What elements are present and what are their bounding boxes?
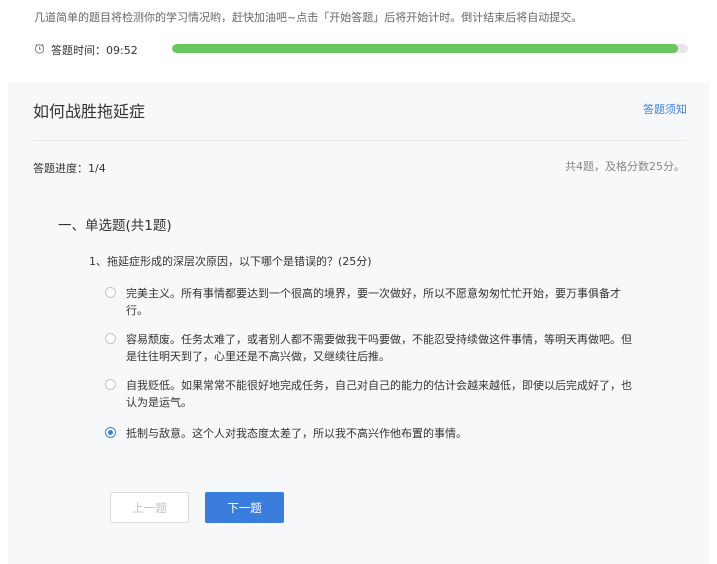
time-progress-fill (172, 44, 678, 53)
option-a[interactable]: 完美主义。所有事情都要达到一个很高的境界，要一次做好，所以不愿意匆匆忙忙开始，要… (105, 285, 645, 319)
option-b[interactable]: 容易颓废。任务太难了，或者别人都不需要做我干吗要做，不能忍受持续做这件事情，等明… (105, 331, 645, 365)
radio-button-selected[interactable] (105, 427, 116, 438)
radio-dot (108, 430, 113, 435)
prev-question-button[interactable]: 上一题 (110, 492, 189, 523)
section-title: 一、单选题(共1题) (58, 218, 172, 234)
time-progress-bar (172, 44, 688, 53)
next-question-button[interactable]: 下一题 (205, 492, 284, 523)
quiz-progress-text: 答题进度：1/4 (33, 162, 106, 175)
radio-button[interactable] (105, 379, 116, 390)
intro-text: 几道简单的题目将检测你的学习情况哟，赶快加油吧~点击「开始答题」后将开始计时。倒… (34, 11, 583, 24)
timer-row: 答题时间：09:52 (34, 42, 694, 58)
option-text: 自我贬低。如果常常不能很好地完成任务，自己对自己的能力的估计会越来越低，即使以后… (126, 379, 632, 409)
quiz-title: 如何战胜拖延症 (33, 102, 146, 121)
question-text: 1、拖延症形成的深层次原因，以下哪个是错误的？(25分) (89, 255, 372, 268)
clock-icon (34, 43, 45, 54)
option-text: 完美主义。所有事情都要达到一个很高的境界，要一次做好，所以不愿意匆匆忙忙开始，要… (126, 287, 621, 317)
divider (33, 140, 686, 141)
option-text: 容易颓废。任务太难了，或者别人都不需要做我干吗要做，不能忍受持续做这件事情，等明… (126, 333, 632, 363)
radio-button[interactable] (105, 333, 116, 344)
quiz-summary: 共4题，及格分数25分。 (565, 160, 685, 173)
option-c[interactable]: 自我贬低。如果常常不能很好地完成任务，自己对自己的能力的估计会越来越低，即使以后… (105, 377, 645, 411)
option-d[interactable]: 抵制与敌意。这个人对我态度太差了，所以我不高兴作他布置的事情。 (105, 425, 645, 442)
timer-label: 答题时间：09:52 (51, 44, 138, 57)
quiz-card: 如何战胜拖延症 答题须知 答题进度：1/4 共4题，及格分数25分。 一、单选题… (8, 82, 709, 564)
option-text: 抵制与敌意。这个人对我态度太差了，所以我不高兴作他布置的事情。 (126, 427, 467, 440)
notice-link[interactable]: 答题须知 (643, 101, 687, 117)
radio-button[interactable] (105, 287, 116, 298)
